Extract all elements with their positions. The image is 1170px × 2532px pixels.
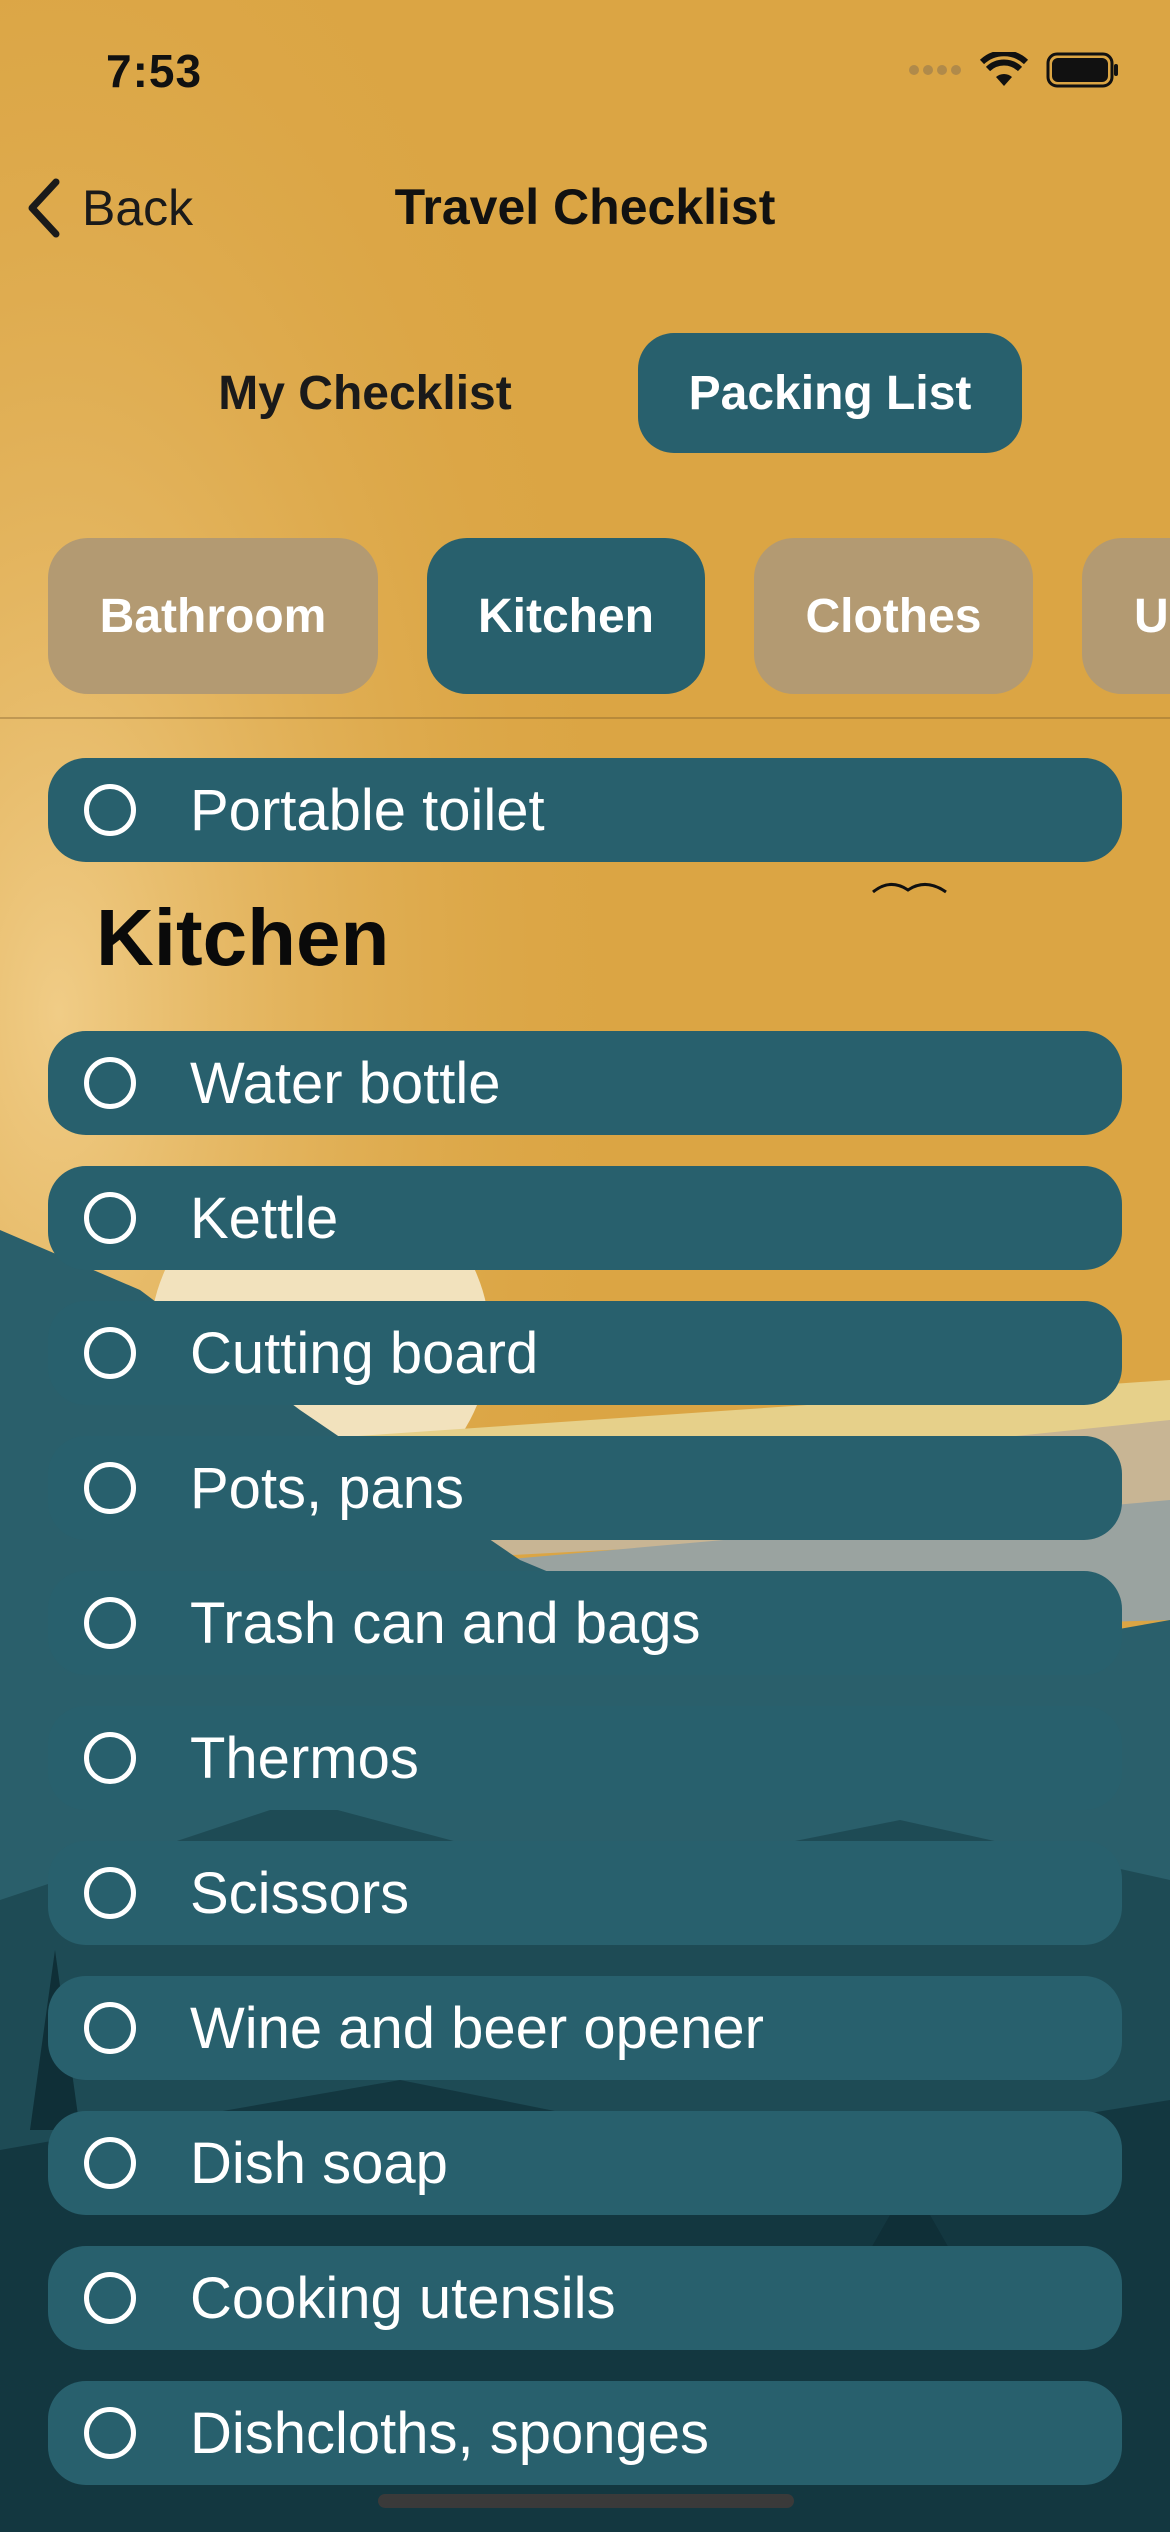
checkbox-circle-icon[interactable] <box>84 2002 136 2054</box>
list-item[interactable]: Dish soap <box>48 2111 1122 2215</box>
status-icons <box>908 52 1120 88</box>
battery-icon <box>1046 52 1118 88</box>
navigation-bar: Travel Checklist Back <box>0 160 1170 250</box>
list-item[interactable]: Water bottle <box>48 1031 1122 1135</box>
home-indicator[interactable] <box>378 2494 794 2508</box>
list-item[interactable]: Thermos <box>48 1706 1122 1810</box>
list-item[interactable]: Dishcloths, sponges <box>48 2381 1122 2485</box>
status-bar: 7:53 <box>0 0 1170 150</box>
item-label: Dish soap <box>190 2130 448 2196</box>
item-label: Scissors <box>190 1860 410 1926</box>
category-chip-partial[interactable]: U <box>1082 538 1170 694</box>
tab-packing-list[interactable]: Packing List <box>638 333 1022 453</box>
list-mode-switcher: My Checklist Packing List <box>0 333 1170 453</box>
tab-my-checklist[interactable]: My Checklist <box>170 333 560 453</box>
item-label: Cooking utensils <box>190 2265 616 2331</box>
item-label: Portable toilet <box>190 777 545 843</box>
item-label: Kettle <box>190 1185 339 1251</box>
checkbox-circle-icon[interactable] <box>84 1867 136 1919</box>
list-item[interactable]: Portable toilet <box>48 758 1122 862</box>
list-item[interactable]: Kettle <box>48 1166 1122 1270</box>
item-label: Wine and beer opener <box>190 1995 764 2061</box>
checkbox-circle-icon[interactable] <box>84 2137 136 2189</box>
checklist: Portable toilet Kitchen Water bottle Ket… <box>48 758 1122 2516</box>
list-item[interactable]: Cutting board <box>48 1301 1122 1405</box>
checkbox-circle-icon[interactable] <box>84 1732 136 1784</box>
divider <box>0 717 1170 719</box>
checkbox-circle-icon[interactable] <box>84 1327 136 1379</box>
checkbox-circle-icon[interactable] <box>84 1597 136 1649</box>
back-button[interactable]: Back <box>24 178 193 238</box>
checkbox-circle-icon[interactable] <box>84 2407 136 2459</box>
list-item[interactable]: Cooking utensils <box>48 2246 1122 2350</box>
item-label: Thermos <box>190 1725 419 1791</box>
status-time: 7:53 <box>106 45 203 97</box>
category-chip-clothes[interactable]: Clothes <box>754 538 1033 694</box>
checkbox-circle-icon[interactable] <box>84 2272 136 2324</box>
back-label: Back <box>82 180 194 236</box>
list-item[interactable]: Wine and beer opener <box>48 1976 1122 2080</box>
wifi-icon <box>980 52 1028 86</box>
chevron-left-icon <box>28 178 60 238</box>
category-chip-bathroom[interactable]: Bathroom <box>48 538 378 694</box>
checkbox-circle-icon[interactable] <box>84 1192 136 1244</box>
section-title: Kitchen <box>96 893 390 982</box>
cellular-signal-icon <box>909 65 961 75</box>
item-label: Trash can and bags <box>190 1590 701 1656</box>
category-scroller[interactable]: Bathroom Kitchen Clothes U <box>0 538 1170 694</box>
checkbox-circle-icon[interactable] <box>84 1057 136 1109</box>
list-item[interactable]: Scissors <box>48 1841 1122 1945</box>
item-label: Cutting board <box>190 1320 539 1386</box>
item-label: Pots, pans <box>190 1455 465 1521</box>
list-item[interactable]: Pots, pans <box>48 1436 1122 1540</box>
list-item[interactable]: Trash can and bags <box>48 1571 1122 1675</box>
checkbox-circle-icon[interactable] <box>84 784 136 836</box>
item-label: Dishcloths, sponges <box>190 2400 710 2466</box>
item-label: Water bottle <box>190 1050 501 1116</box>
checkbox-circle-icon[interactable] <box>84 1462 136 1514</box>
category-chip-kitchen[interactable]: Kitchen <box>427 538 705 694</box>
